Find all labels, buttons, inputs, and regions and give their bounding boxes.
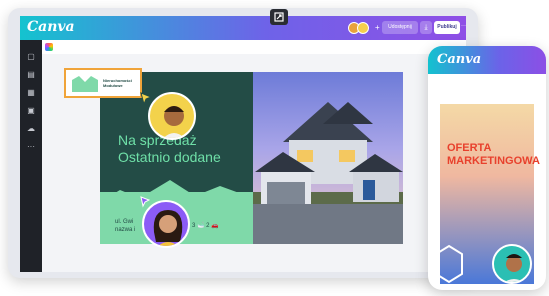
logo-text: Nieruchomości Modułowe [103,78,143,88]
editor-sidebar: ▢ ▤ ▦ ▣ ☁ ··· [20,40,42,272]
phone-agent-photo[interactable] [492,244,532,284]
uploads-icon[interactable]: ▦ [26,88,36,98]
publish-button[interactable]: Publikuj [434,21,460,34]
canvas-toolbar [42,40,466,54]
logo-selection[interactable]: Nieruchomości Modułowe [64,68,142,98]
share-button[interactable]: Udostępnij [382,21,418,34]
logo-text-line-2: Modułowe [103,83,123,88]
logo-house-icon [72,76,98,92]
property-features: 3 🛁 2 🚗 [192,223,219,229]
color-picker-icon[interactable] [45,43,53,51]
canva-logo[interactable]: Canva [27,19,75,35]
hexagon-outline-icon [435,244,463,284]
add-collaborator-icon[interactable]: + [375,23,380,32]
avatar[interactable] [357,22,369,34]
headline-line-2: Ostatnio dodane [118,149,221,165]
cursor-icon-purple [140,196,150,208]
marketing-card[interactable]: OFERTA MARKETINGOWA [435,104,540,284]
agent-photo-top[interactable] [148,92,196,140]
marketing-scene: Canva + Udostępnij ⤓ Publikuj ··· ▢ ▤ ▦ … [0,0,549,296]
address-line-1: ul. Gwi [115,219,134,225]
more-apps-icon[interactable]: ··· [26,142,36,152]
elements-icon[interactable]: ▤ [26,70,36,80]
marketing-title-line-1: OFERTA [447,142,492,154]
design-address[interactable]: ul. Gwi nazwa i [115,218,135,234]
address-line-2: nazwa i [115,227,136,233]
house-photo[interactable] [253,72,403,244]
tablet-camera-icon [270,9,288,25]
more-options-button[interactable]: ··· [461,21,466,34]
editor-topbar: Canva + Udostępnij ⤓ Publikuj ··· [20,16,466,40]
marketing-title-line-2: MARKETINGOWA [447,155,540,167]
cloud-icon[interactable]: ☁ [26,124,36,134]
phone-device: Canva OFERTA MARKETINGOWA [428,46,546,290]
marketing-card-title[interactable]: OFERTA MARKETINGOWA [447,142,540,168]
phone-canva-logo[interactable]: Canva [437,52,481,67]
templates-icon[interactable]: ▢ [26,52,36,62]
download-button[interactable]: ⤓ [420,21,432,34]
text-icon[interactable]: ▣ [26,106,36,116]
collaborator-avatars[interactable] [348,22,369,34]
phone-topbar: Canva [428,46,546,74]
